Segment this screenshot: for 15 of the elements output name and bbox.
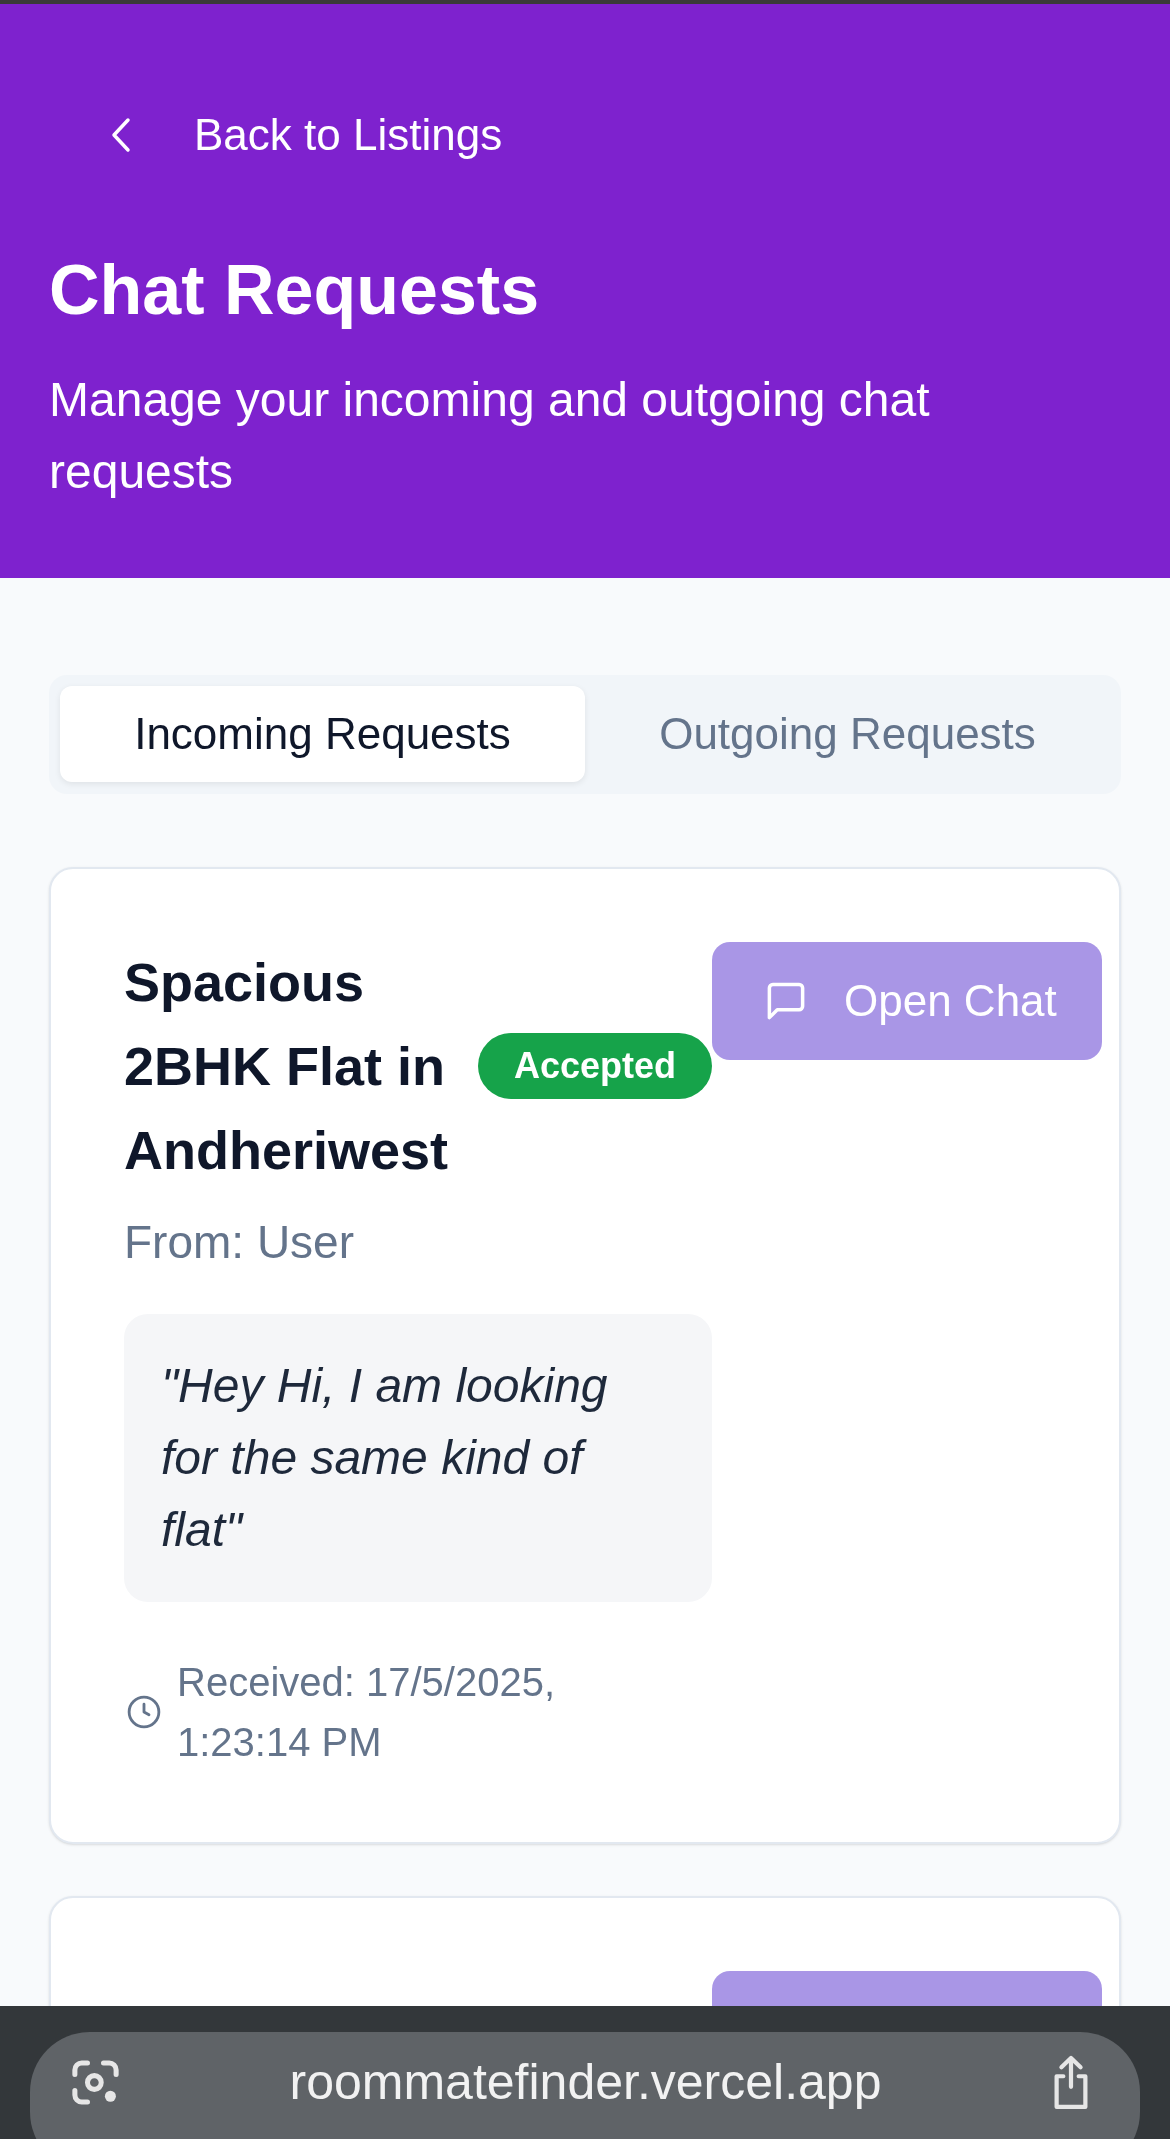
received-time: Received: 17/5/2025, 1:23:14 PM	[177, 1659, 557, 1766]
page-subtitle: Manage your incoming and outgoing chat requests	[49, 372, 931, 500]
tab[interactable]: Incoming Requests	[60, 686, 585, 782]
url-text: roommatefinder.vercel.app	[288, 2053, 883, 2112]
clock-icon	[127, 1695, 161, 1729]
address-bar[interactable]: roommatefinder.vercel.app	[30, 2032, 1140, 2139]
chevron-left-icon	[110, 117, 132, 153]
page-title: Chat Requests	[49, 250, 540, 331]
sender-name: From: User	[124, 1215, 355, 1270]
status-badge: Accepted	[478, 1033, 712, 1099]
listing-title: Spacious 2BHK Flat in Andheriwest	[124, 951, 450, 1182]
back-link[interactable]: Back to Listings	[110, 105, 503, 165]
tab[interactable]: Outgoing Requests	[585, 686, 1110, 782]
chat-bubble-icon	[765, 980, 807, 1022]
message-text: "Hey Hi, I am looking for the same kind of flat"	[161, 1358, 609, 1558]
